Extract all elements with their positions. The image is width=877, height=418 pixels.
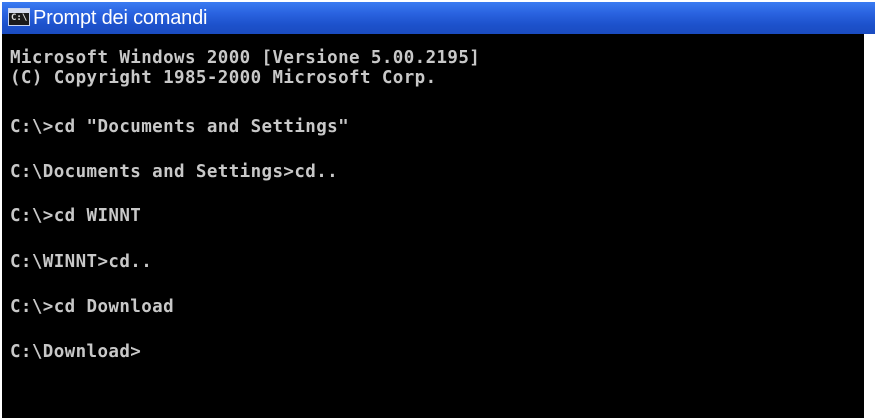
console-prompt-line: C:\Download> <box>10 342 142 362</box>
console-line: C:\>cd "Documents and Settings" <box>10 117 350 137</box>
console-line: C:\Documents and Settings>cd.. <box>10 162 339 182</box>
console-line: C:\WINNT>cd.. <box>10 252 153 272</box>
window-title: Prompt dei comandi <box>33 7 208 29</box>
window-right-edge <box>864 34 877 418</box>
console-icon-glyph: C:\ <box>11 13 28 23</box>
console-line: C:\>cd WINNT <box>10 206 142 226</box>
command-prompt-window: C:\ Prompt dei comandi Microsoft Windows… <box>0 0 877 418</box>
console-line: (C) Copyright 1985-2000 Microsoft Corp. <box>10 68 437 88</box>
title-bar[interactable]: C:\ Prompt dei comandi <box>2 2 875 34</box>
console-icon[interactable]: C:\ <box>8 8 30 26</box>
console-line: Microsoft Windows 2000 [Versione 5.00.21… <box>10 48 481 68</box>
console-line: C:\>cd Download <box>10 297 175 317</box>
console-area[interactable]: Microsoft Windows 2000 [Versione 5.00.21… <box>2 34 864 418</box>
